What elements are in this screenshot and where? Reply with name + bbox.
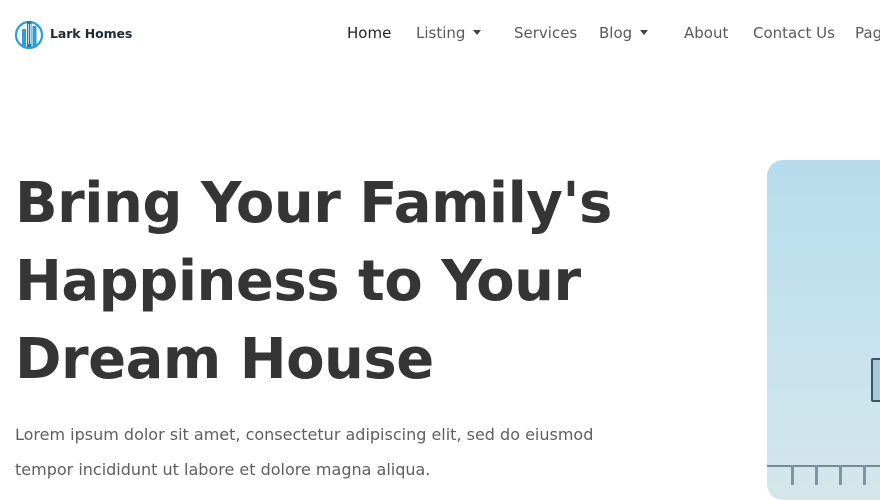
hero-headline-line: Happiness to Your xyxy=(15,249,581,314)
nav-item-home[interactable]: Home xyxy=(347,22,391,44)
brand-logo[interactable]: Lark Homes xyxy=(14,15,132,51)
balcony-post xyxy=(791,465,794,485)
nav-item-listing-label: Listing xyxy=(416,24,466,42)
hero-image xyxy=(767,160,880,500)
nav-item-blog-label: Blog xyxy=(599,24,633,42)
brand-name: Lark Homes xyxy=(50,25,133,41)
hero-headline-line: Dream House xyxy=(15,327,434,392)
balcony-post xyxy=(815,465,818,485)
nav-item-services[interactable]: Services xyxy=(514,22,577,44)
nav-item-contact-us[interactable]: Contact Us xyxy=(753,22,835,44)
chevron-down-icon xyxy=(473,30,482,35)
hero-headline-line: Bring Your Family's xyxy=(15,171,612,236)
balcony-post xyxy=(839,465,842,485)
chevron-down-icon xyxy=(640,30,649,35)
nav-item-pages[interactable]: Pag xyxy=(855,22,880,44)
hero-headline: Bring Your Family's Happiness to Your Dr… xyxy=(15,165,612,399)
nav-item-listing[interactable]: Listing xyxy=(416,22,482,44)
house-window-shape xyxy=(871,358,880,402)
balcony-post xyxy=(863,465,866,485)
nav-item-about[interactable]: About xyxy=(684,22,728,44)
hero-description: Lorem ipsum dolor sit amet, consectetur … xyxy=(15,425,594,479)
nav-item-blog[interactable]: Blog xyxy=(599,22,649,44)
building-logo-icon xyxy=(14,20,44,50)
